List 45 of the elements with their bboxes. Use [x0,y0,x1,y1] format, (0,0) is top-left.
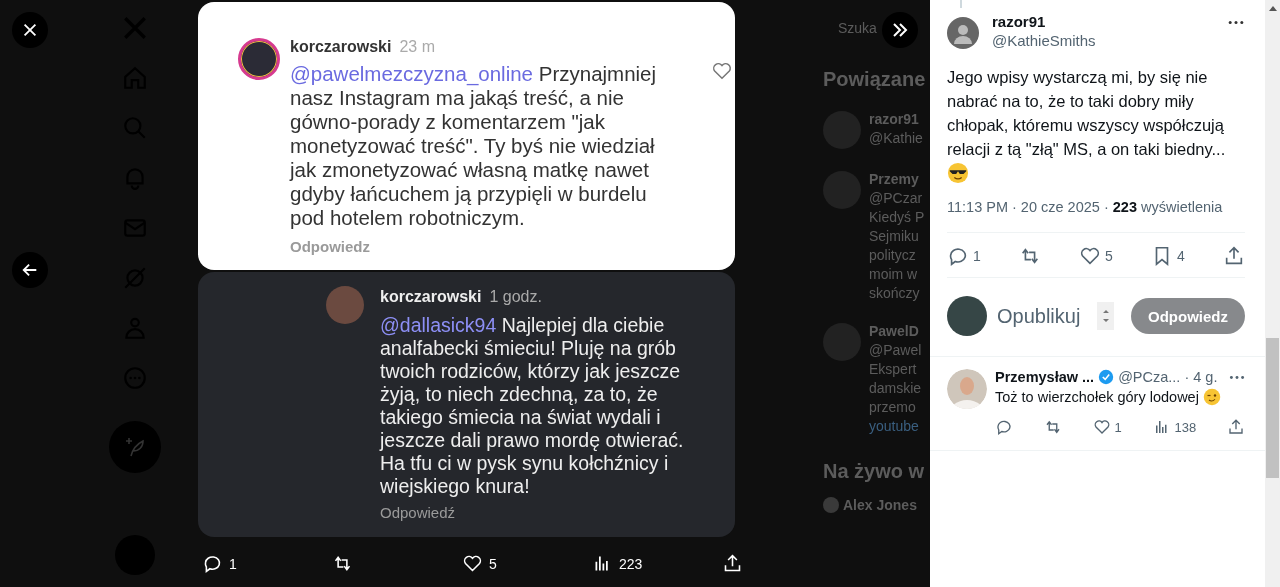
username[interactable]: Przemysław ... [995,369,1095,385]
timestamp: 1 godz. [489,288,542,306]
post-timestamp: 11:13 PM · 20 cze 2025 · 223 wyświetlenia [947,199,1223,215]
user-handle: @Kathie [869,130,923,146]
bio-text: moim w [869,266,919,282]
section-title: Na żywo w [823,459,926,484]
count: 5 [489,555,497,572]
username: korczarowski [290,38,392,56]
timestamp: · 4 g. [1184,369,1218,385]
reply-link[interactable]: Odpowiedź [380,504,456,521]
count: 223 [619,555,643,572]
comment-text: @dallasick94 Najlepiej dla ciebie analfabecki śmieciu! Pluję na grób twoich rodziców, którzy jak jeszcze żyją, to niech zdechną, za to, że takiego śmiecia na świat wydali i jeszcze dali prawo mordę otwierać. Ha tfu ci w pysk synu kołchźnicy i wiejskiego knura! [380,314,685,498]
username: korczarowski [380,288,482,306]
user-handle[interactable]: @KathieSmiths [992,32,1214,49]
username: razor91 [869,111,920,127]
count: 5 [1105,248,1113,264]
section-title: Powiązane [823,67,927,92]
username: Alex Jones [843,497,917,513]
username[interactable]: razor91 [992,13,1214,30]
reply-text: Toż to wierzchołek góry lodowej [995,389,1199,405]
count: 1 [1114,419,1122,435]
username: Przemy [869,171,920,187]
bio-text: Ekspert [869,361,918,377]
search-field[interactable]: Szuka [838,20,877,36]
comment-text: @pawelmezczyzna_online Przynajmniej nasz Instagram ma jakąś treść, a nie gówno-porady z komentarzem "jak monetyzować treść". Ty byś nie wiedział jak zmonetyzować własną matkę nawet gdyby łańcuchem ją przypięli w burdelu pod hotelem robotniczym. [290,62,658,230]
count: 4 [1177,248,1185,264]
bio-link[interactable]: youtube [869,418,922,434]
user-handle: @PCzar [869,190,924,206]
mention-link[interactable]: @dallasick94 [380,314,497,336]
username: PawelD [869,323,920,339]
reply-link[interactable]: Odpowiedz [290,238,370,255]
count: 1 [229,555,237,572]
user-handle[interactable]: @PCza... [1118,369,1181,385]
mention-link[interactable]: @pawelmezczyzna_online [290,62,534,85]
bio-text: Kiedyś P [869,209,925,225]
bio-text: Sejmiku [869,228,920,244]
count: 1 [973,248,981,264]
bio-text: politycz [869,247,917,263]
bio-text: przemo [869,399,917,415]
user-handle: @Pawel [869,342,922,358]
post-text: Jego wpisy wystarczą mi, by się nie nabrać na to, że to taki dobry miły chłopak, któremu wszyscy współczują relacji z tą "złą" MS, a on taki biedny... [947,67,1227,160]
bio-text: skończy [869,285,921,301]
bio-text: damskie [869,380,922,396]
count: 138 [1174,419,1197,435]
timestamp: 23 m [399,38,435,56]
